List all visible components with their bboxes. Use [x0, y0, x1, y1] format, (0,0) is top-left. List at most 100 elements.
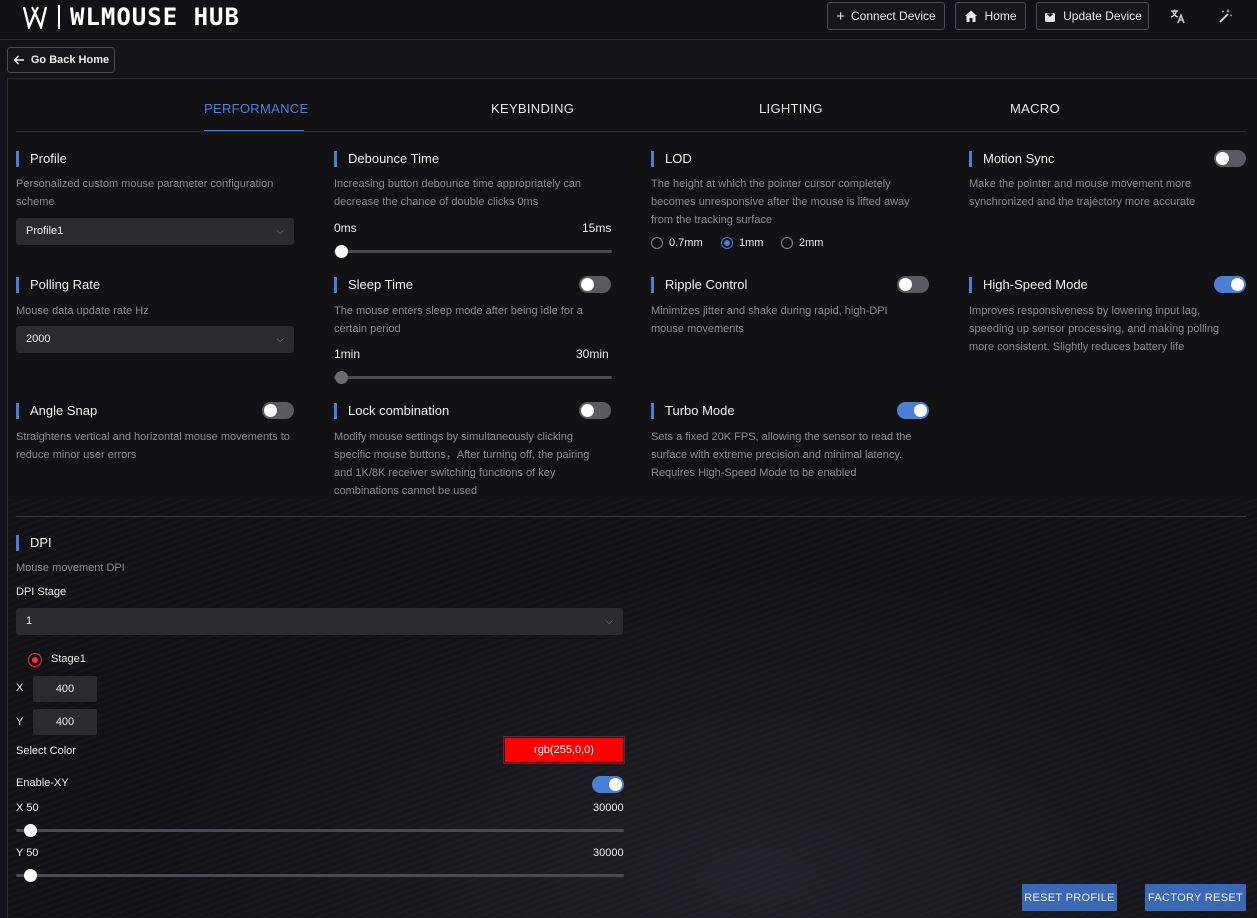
settings-panel: PERFORMANCE KEYBINDING LIGHTING MACRO Pr…: [7, 78, 1257, 918]
debounce-slider-thumb[interactable]: [335, 245, 348, 258]
profile-select[interactable]: Profile1 ⌵: [16, 218, 294, 245]
reset-profile-button[interactable]: RESET PROFILE: [1022, 884, 1117, 911]
dpi-y-input[interactable]: 400: [33, 709, 97, 735]
tab-performance[interactable]: PERFORMANCE: [204, 101, 308, 116]
sleep-time-max-label: 30min: [576, 347, 609, 361]
stage-radio-icon[interactable]: [28, 653, 42, 667]
lod-option-0-7mm[interactable]: 0.7mm: [651, 237, 703, 249]
y-dpi-slider-track[interactable]: [16, 874, 624, 877]
stage-name: Stage1: [51, 653, 86, 665]
home-icon: [965, 10, 978, 22]
top-bar: WLMOUSE HUB + Connect Device Home Update…: [0, 0, 1257, 40]
toggle-knob: [1216, 152, 1229, 165]
polling-rate-select[interactable]: 2000 ⌵: [16, 326, 294, 353]
ripple-control-title: Ripple Control: [651, 277, 747, 293]
home-label: Home: [984, 9, 1017, 23]
magic-wand-icon[interactable]: [1215, 6, 1235, 26]
toggle-knob: [581, 404, 594, 417]
turbo-mode-toggle[interactable]: [897, 402, 929, 419]
ripple-control-desc: Minimizes jitter and shake during rapid,…: [651, 305, 888, 335]
dpi-stage-select[interactable]: 1 ⌵: [16, 608, 623, 635]
section-divider: [16, 516, 1246, 517]
dpi-x-input[interactable]: 400: [33, 676, 97, 702]
debounce-min-label: 0ms: [334, 221, 357, 235]
toggle-knob: [914, 404, 927, 417]
app-logo: WLMOUSE HUB: [22, 3, 240, 31]
ripple-control-toggle[interactable]: [897, 276, 929, 293]
logo-icon: [22, 6, 48, 29]
chevron-down-icon: ⌵: [276, 226, 284, 237]
color-picker[interactable]: rgb(255,0,0): [503, 736, 625, 764]
go-back-home-label: Go Back Home: [30, 54, 110, 66]
tab-keybinding[interactable]: KEYBINDING: [491, 101, 574, 116]
polling-rate-value: 2000: [26, 333, 51, 345]
high-speed-desc: Improves responsiveness by lowering inpu…: [969, 305, 1220, 353]
arrow-left-icon: [13, 55, 24, 65]
dpi-stage-value: 1: [26, 615, 33, 627]
update-icon: [1045, 10, 1056, 22]
dpi-stage-label: DPI Stage: [16, 586, 67, 598]
turbo-mode-title: Turbo Mode: [651, 403, 735, 419]
y-slider-max: 30000: [593, 847, 624, 859]
plus-icon: +: [836, 7, 846, 25]
x-slider-label: X 50: [16, 802, 39, 814]
y-dpi-slider-thumb[interactable]: [24, 869, 37, 882]
motion-sync-title: Motion Sync: [969, 151, 1055, 167]
background-wave: [8, 499, 1257, 918]
radio-selected-icon: [721, 237, 733, 249]
toggle-knob: [899, 278, 912, 291]
enable-xy-label: Enable-XY: [16, 777, 69, 789]
angle-snap-desc: Straightens vertical and horizontal mous…: [16, 431, 290, 461]
high-speed-title: High-Speed Mode: [969, 277, 1088, 293]
angle-snap-toggle[interactable]: [262, 402, 294, 419]
high-speed-toggle[interactable]: [1214, 276, 1246, 293]
lock-combination-title: Lock combination: [334, 403, 449, 419]
update-device-button[interactable]: Update Device: [1036, 2, 1149, 30]
debounce-slider-track[interactable]: [334, 250, 612, 253]
sleep-time-slider-thumb[interactable]: [335, 371, 348, 384]
profile-select-value: Profile1: [26, 225, 64, 237]
chevron-down-icon: ⌵: [605, 616, 613, 627]
tab-macro[interactable]: MACRO: [1010, 101, 1060, 116]
chevron-down-icon: ⌵: [276, 334, 284, 345]
lod-option-label: 2mm: [799, 237, 824, 249]
sleep-time-toggle[interactable]: [579, 276, 611, 293]
dpi-x-label: X: [16, 682, 24, 694]
dpi-desc: Mouse movement DPI: [16, 562, 125, 574]
lod-option-2mm[interactable]: 2mm: [781, 237, 823, 249]
sleep-time-min-label: 1min: [334, 347, 361, 361]
tab-lighting[interactable]: LIGHTING: [759, 101, 823, 116]
lock-combination-toggle[interactable]: [579, 402, 611, 419]
x-dpi-slider-thumb[interactable]: [24, 824, 37, 837]
debounce-desc: Increasing button debounce time appropri…: [334, 178, 582, 208]
profile-title: Profile: [16, 151, 67, 167]
polling-rate-title: Polling Rate: [16, 277, 100, 293]
connect-device-button[interactable]: + Connect Device: [827, 2, 945, 30]
lod-desc: The height at which the pointer cursor c…: [651, 178, 910, 226]
logo-divider: [58, 5, 60, 29]
go-back-home-button[interactable]: Go Back Home: [7, 47, 115, 73]
profile-desc: Personalized custom mouse parameter conf…: [16, 178, 274, 208]
select-color-label: Select Color: [16, 745, 76, 757]
home-button[interactable]: Home: [955, 2, 1026, 30]
polling-rate-desc: Mouse data update rate Hz: [16, 305, 149, 317]
debounce-max-label: 15ms: [582, 221, 612, 235]
factory-reset-button[interactable]: FACTORY RESET: [1145, 884, 1246, 911]
x-dpi-slider-track[interactable]: [16, 829, 624, 832]
enable-xy-toggle[interactable]: [592, 776, 624, 793]
update-device-label: Update Device: [1063, 9, 1142, 23]
sleep-time-desc: The mouse enters sleep mode after being …: [334, 305, 583, 335]
sleep-time-slider-track[interactable]: [334, 376, 612, 379]
translate-icon[interactable]: [1168, 6, 1188, 26]
radio-icon: [781, 237, 793, 249]
brand-name: WLMOUSE HUB: [70, 3, 240, 31]
toggle-knob: [609, 778, 622, 791]
toggle-knob: [264, 404, 277, 417]
dpi-y-label: Y: [16, 716, 24, 728]
x-slider-max: 30000: [593, 802, 624, 814]
toggle-knob: [1231, 278, 1244, 291]
motion-sync-toggle[interactable]: [1214, 150, 1246, 167]
toggle-knob: [581, 278, 594, 291]
angle-snap-title: Angle Snap: [16, 403, 97, 419]
lod-option-1mm[interactable]: 1mm: [721, 237, 763, 249]
